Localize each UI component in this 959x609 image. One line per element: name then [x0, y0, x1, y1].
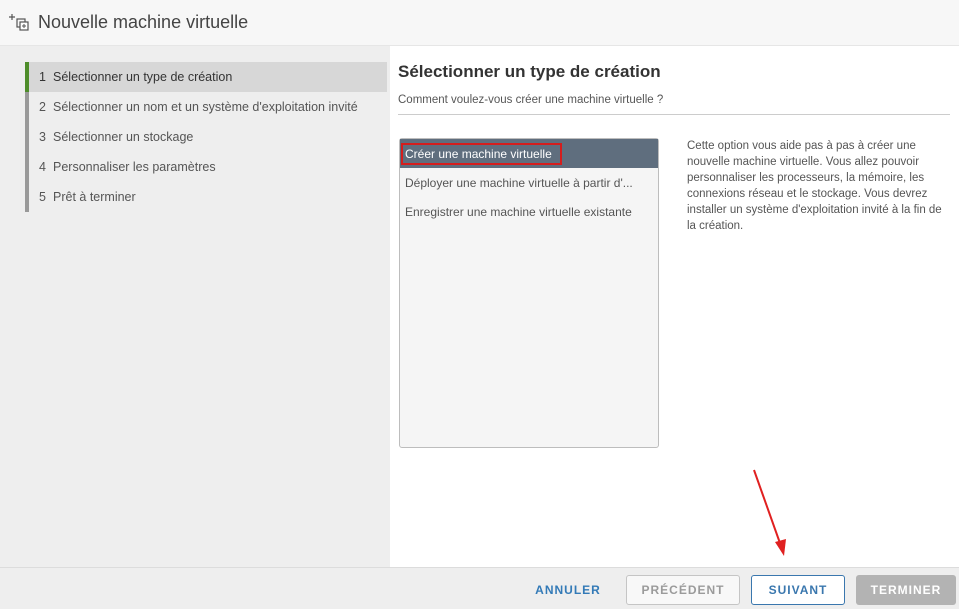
page-subtitle: Comment voulez-vous créer une machine vi…	[398, 94, 664, 106]
step-label: Sélectionner un type de création	[53, 70, 233, 84]
creation-type-create-vm[interactable]: Créer une machine virtuelle	[400, 139, 658, 168]
step-number: 3	[39, 130, 46, 144]
step-label: Sélectionner un stockage	[53, 130, 194, 144]
title-bar: Nouvelle machine virtuelle	[0, 0, 959, 46]
step-list: 1 Sélectionner un type de création 2 Sél…	[25, 62, 387, 212]
divider	[398, 114, 950, 115]
new-vm-icon	[8, 13, 32, 33]
previous-button[interactable]: PRÉCÉDENT	[626, 575, 740, 605]
step-4[interactable]: 4 Personnaliser les paramètres	[29, 152, 387, 182]
wizard-footer: ANNULER PRÉCÉDENT SUIVANT TERMINER	[0, 567, 959, 609]
creation-type-list[interactable]: Créer une machine virtuelle Déployer une…	[399, 138, 659, 448]
step-5[interactable]: 5 Prêt à terminer	[29, 182, 387, 212]
option-description: Cette option vous aide pas à pas à créer…	[687, 140, 942, 232]
wizard-content: Sélectionner un type de création Comment…	[390, 46, 959, 567]
step-number: 2	[39, 100, 46, 114]
list-item-label: Créer une machine virtuelle	[401, 142, 562, 165]
page-title: Sélectionner un type de création	[398, 62, 661, 81]
creation-type-register-existing[interactable]: Enregistrer une machine virtuelle exista…	[400, 197, 658, 226]
step-number: 5	[39, 190, 46, 204]
new-vm-wizard-dialog: Nouvelle machine virtuelle 1 Sélectionne…	[0, 0, 959, 609]
wizard-steps-panel: 1 Sélectionner un type de création 2 Sél…	[0, 46, 390, 567]
dialog-title: Nouvelle machine virtuelle	[38, 12, 249, 32]
list-item-label: Enregistrer une machine virtuelle exista…	[405, 204, 632, 219]
next-button[interactable]: SUIVANT	[751, 575, 845, 605]
step-2[interactable]: 2 Sélectionner un nom et un système d'ex…	[29, 92, 387, 122]
step-3[interactable]: 3 Sélectionner un stockage	[29, 122, 387, 152]
annotation-arrow-icon	[753, 469, 786, 556]
step-number: 1	[39, 70, 46, 84]
step-label: Personnaliser les paramètres	[53, 160, 216, 174]
step-label: Sélectionner un nom et un système d'expl…	[53, 100, 358, 114]
step-label: Prêt à terminer	[53, 190, 136, 204]
finish-button[interactable]: TERMINER	[856, 575, 956, 605]
cancel-button[interactable]: ANNULER	[523, 575, 613, 605]
step-number: 4	[39, 160, 46, 174]
step-1[interactable]: 1 Sélectionner un type de création	[25, 62, 387, 92]
creation-type-deploy-from-template[interactable]: Déployer une machine virtuelle à partir …	[400, 168, 658, 197]
list-item-label: Déployer une machine virtuelle à partir …	[405, 175, 633, 190]
